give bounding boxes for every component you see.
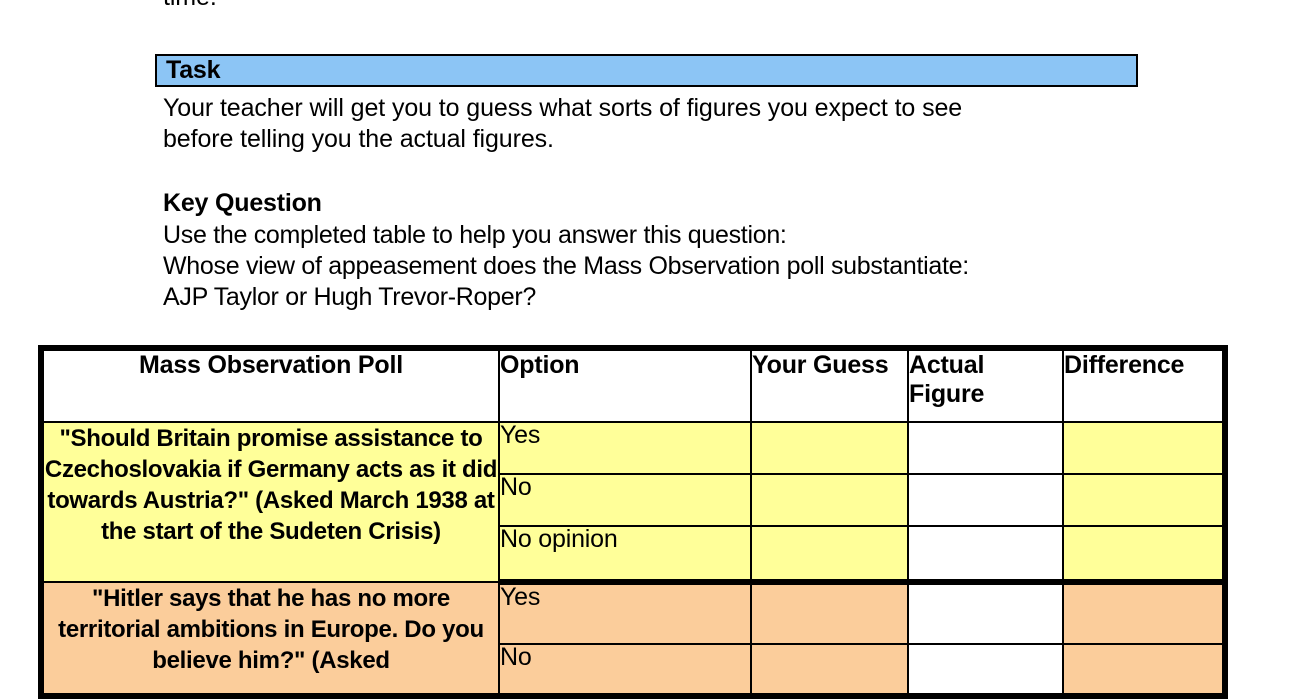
- option-cell: No: [498, 643, 752, 697]
- key-question-line-2: Whose view of appeasement does the Mass …: [163, 252, 969, 280]
- task-body-line-1: Your teacher will get you to guess what …: [163, 94, 963, 122]
- actual-figure-cell[interactable]: [907, 421, 1064, 475]
- table-row: "Should Britain promise assistance to Cz…: [40, 421, 1226, 583]
- your-guess-cell[interactable]: [750, 473, 909, 527]
- task-banner: Task: [155, 54, 1138, 87]
- task-heading: Task: [166, 56, 221, 84]
- poll-question-cell: "Hitler says that he has no more territo…: [40, 581, 500, 697]
- column-header-poll: Mass Observation Poll: [38, 347, 500, 423]
- poll-table-container: Mass Observation Poll Option Your Guess …: [38, 345, 1228, 699]
- task-body-line-2: before telling you the actual figures.: [163, 125, 554, 153]
- mass-observation-poll-table: Mass Observation Poll Option Your Guess …: [38, 345, 1228, 699]
- table-body: "Should Britain promise assistance to Cz…: [40, 421, 1226, 697]
- actual-figure-cell[interactable]: [907, 473, 1064, 527]
- intro-text-line: time.: [163, 0, 1163, 13]
- option-cell: No opinion: [498, 525, 752, 585]
- your-guess-cell[interactable]: [750, 525, 909, 585]
- key-question-line-1: Use the completed table to help you answ…: [163, 221, 787, 249]
- your-guess-cell[interactable]: [750, 643, 909, 697]
- task-body: Your teacher will get you to guess what …: [163, 93, 1163, 155]
- actual-figure-cell[interactable]: [907, 525, 1064, 585]
- difference-cell[interactable]: [1062, 421, 1226, 475]
- your-guess-cell[interactable]: [750, 421, 909, 475]
- key-question-section: Key Question Use the completed table to …: [163, 188, 1173, 313]
- table-header-row: Mass Observation Poll Option Your Guess …: [38, 347, 1228, 423]
- key-question-heading: Key Question: [163, 189, 322, 217]
- actual-figure-cell[interactable]: [907, 643, 1064, 697]
- option-cell: Yes: [498, 421, 752, 475]
- option-cell: Yes: [498, 581, 752, 645]
- intro-paragraph-fragment: time.: [163, 0, 1163, 13]
- option-cell: No: [498, 473, 752, 527]
- actual-figure-cell[interactable]: [907, 581, 1064, 645]
- table-header: Mass Observation Poll Option Your Guess …: [38, 347, 1228, 423]
- your-guess-cell[interactable]: [750, 581, 909, 645]
- column-header-actual-figure: Actual Figure: [907, 347, 1064, 423]
- difference-cell[interactable]: [1062, 581, 1226, 645]
- difference-cell[interactable]: [1062, 525, 1226, 585]
- table-row: "Hitler says that he has no more territo…: [40, 581, 1226, 697]
- column-header-option: Option: [498, 347, 752, 423]
- difference-cell[interactable]: [1062, 473, 1226, 527]
- column-header-your-guess: Your Guess: [750, 347, 909, 423]
- column-header-difference: Difference: [1062, 347, 1228, 423]
- difference-cell[interactable]: [1062, 643, 1226, 697]
- key-question-line-3: AJP Taylor or Hugh Trevor-Roper?: [163, 283, 536, 311]
- poll-question-cell: "Should Britain promise assistance to Cz…: [40, 421, 500, 583]
